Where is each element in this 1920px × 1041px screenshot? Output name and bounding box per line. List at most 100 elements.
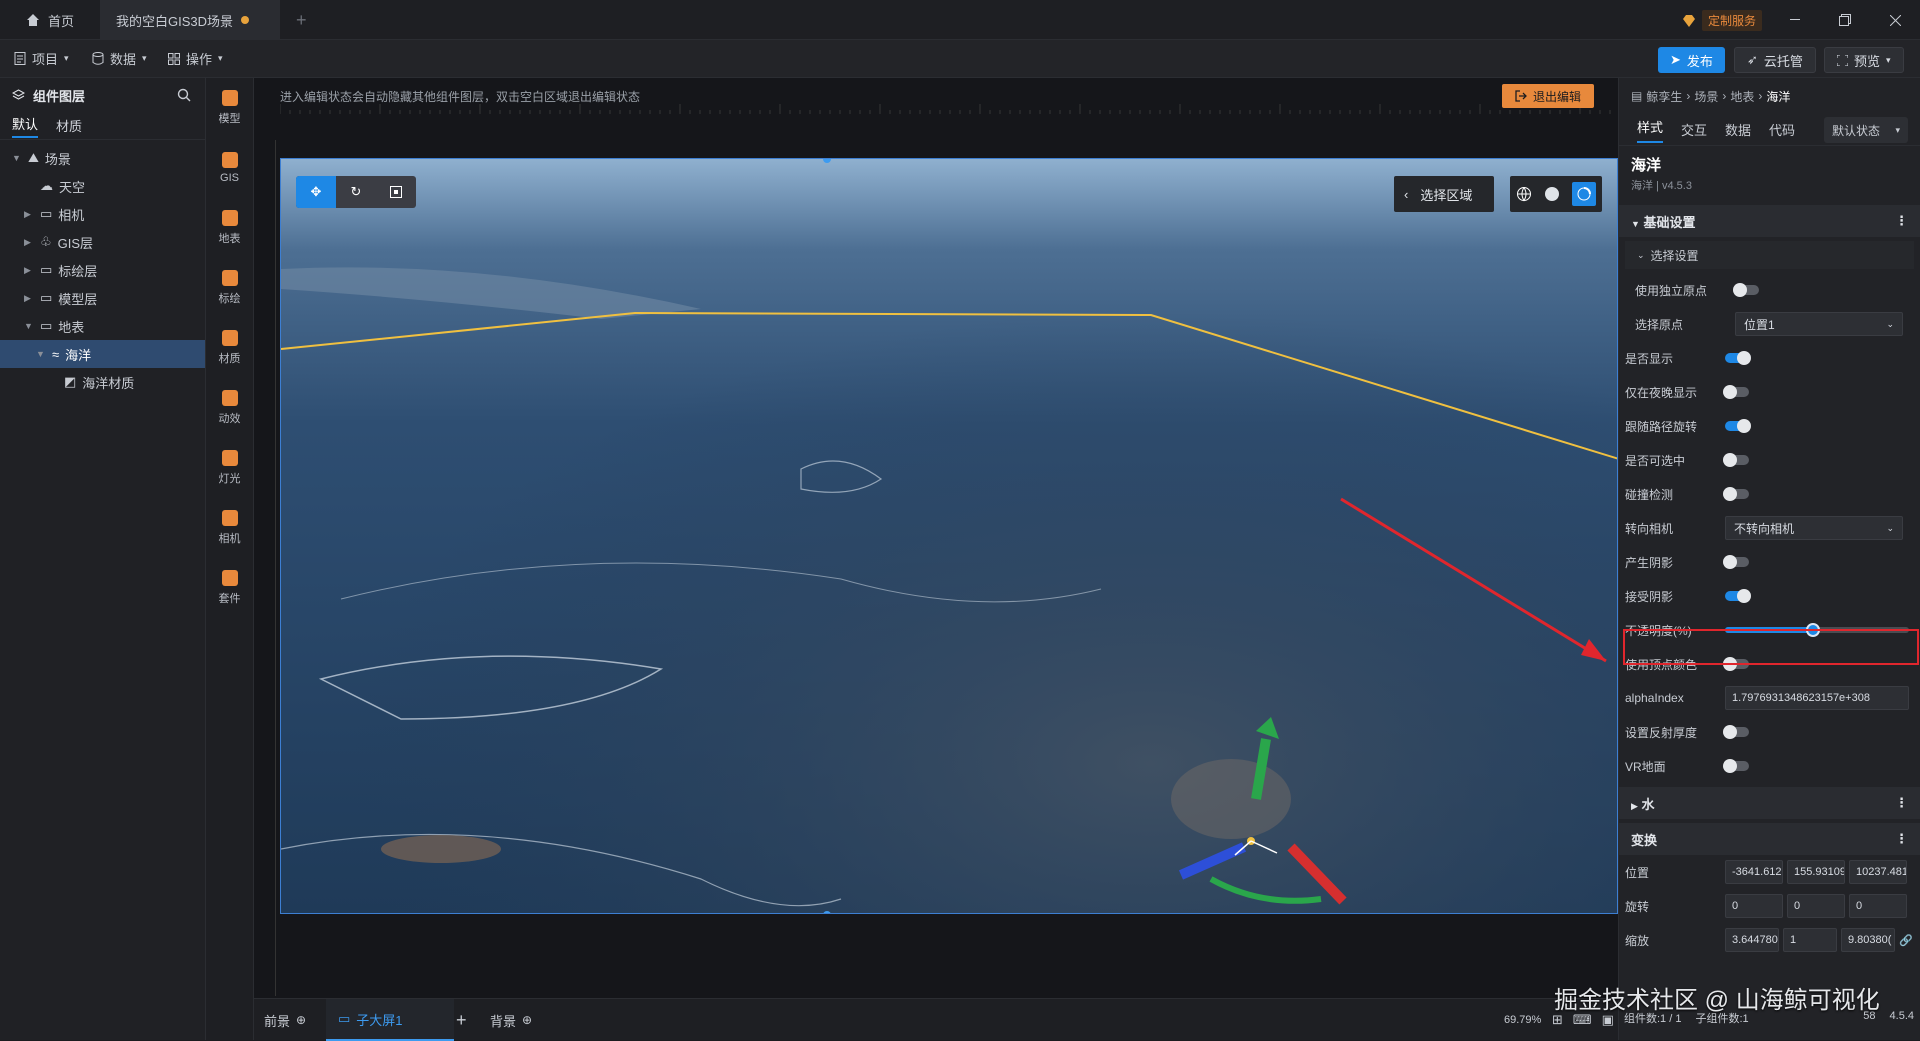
scale-z-input[interactable]: 9.80380( [1841,928,1895,952]
tree-item[interactable]: ▶ ▭ 模型层 [0,284,205,312]
tree-item[interactable]: ▶ ♧ GIS层 [0,228,205,256]
caret-right-icon: ▶ [1631,800,1638,811]
caret-right-icon[interactable]: ▶ [24,209,34,220]
rail-item[interactable]: 套件 [206,558,253,618]
restore-button[interactable] [1822,0,1868,40]
section-water[interactable]: ▶ 水 ⋮ [1619,787,1920,819]
position-y-input[interactable]: 155.93109' [1787,860,1845,884]
position-z-input[interactable]: 10237.481( [1849,860,1907,884]
tab-style[interactable]: 样式 [1637,117,1664,143]
publish-button[interactable]: ➤ 发布 [1658,47,1725,73]
rail-item[interactable]: 灯光 [206,438,253,498]
cloud-button[interactable]: ➶ 云托管 [1734,47,1816,73]
use-origin-toggle[interactable] [1733,283,1759,297]
prop-toggle[interactable] [1725,351,1751,365]
tab-material[interactable]: 材质 [56,116,82,135]
tree-item[interactable]: ▶ ▭ 标绘层 [0,256,205,284]
tree-item[interactable]: ▼ ▭ 地表 [0,312,205,340]
left-ruler [262,140,276,996]
menu-operate[interactable]: 操作 ▾ [168,49,223,68]
caret-right-icon[interactable]: ▶ [24,237,34,248]
rail-item[interactable]: 地表 [206,198,253,258]
more-icon[interactable]: ⋮ [1895,831,1908,847]
vr-toggle[interactable] [1723,759,1749,773]
tree-item[interactable]: ▶ ▭ 相机 [0,200,205,228]
rotate-tool-icon[interactable]: ↻ [336,176,376,208]
rail-item[interactable]: GIS [206,138,253,198]
subsection-select[interactable]: ⌄ 选择设置 [1625,241,1914,269]
caret-right-icon[interactable]: ▶ [24,293,34,304]
tab-sub-screen[interactable]: ▭ 子大屏1 [326,999,454,1041]
tab-home[interactable]: 首页 [10,0,90,40]
caret-right-icon[interactable]: ▶ [24,265,34,276]
new-tab-button[interactable]: + [280,0,323,40]
prop-label: 使用独立原点 [1635,283,1708,298]
select-region-button[interactable]: ‹ 选择区域 [1394,176,1494,212]
custom-service-link[interactable]: 定制服务 [1682,10,1763,31]
state-select[interactable]: 默认状态 ▾ [1824,117,1908,143]
breadcrumb-item[interactable]: 地表 [1730,88,1754,105]
rotation-z-input[interactable]: 0 [1849,894,1907,918]
menu-project[interactable]: 项目 ▾ [14,49,69,68]
prop-toggle[interactable] [1723,487,1749,501]
add-circle-icon[interactable]: ⊕ [522,1013,532,1027]
rail-item[interactable]: 材质 [206,318,253,378]
tab-scene[interactable]: 我的空白GIS3D场景 [100,0,280,40]
caret-down-icon[interactable]: ▼ [24,321,34,331]
rail-item[interactable]: 动效 [206,378,253,438]
scale-x-input[interactable]: 3.644780 [1725,928,1779,952]
minimize-button[interactable] [1772,0,1818,40]
prop-toggle[interactable] [1725,419,1751,433]
scale-tool-icon[interactable] [376,176,416,208]
search-icon[interactable] [177,88,191,102]
section-transform[interactable]: 变换 ⋮ [1619,823,1920,855]
tab-data[interactable]: 数据 [1725,120,1751,139]
breadcrumb-item[interactable]: 场景 [1694,88,1718,105]
rotation-x-input[interactable]: 0 [1725,894,1783,918]
tab-background[interactable]: 背景 ⊕ [490,999,532,1041]
3d-viewport[interactable] [280,158,1618,914]
origin-select[interactable]: 位置1 ⌄ [1735,312,1903,336]
tab-code[interactable]: 代码 [1769,120,1795,139]
more-icon[interactable]: ⋮ [1895,795,1908,811]
tree-item[interactable]: ▼ ≈ 海洋 [0,340,205,368]
menu-data[interactable]: 数据 ▾ [92,49,147,68]
tree-item[interactable]: ▼ ⛰ 场景 [0,144,205,172]
breadcrumb-item[interactable]: 海洋 [1766,88,1790,105]
position-x-input[interactable]: -3641.612: [1725,860,1783,884]
add-circle-icon[interactable]: ⊕ [296,1013,306,1027]
more-icon[interactable]: ⋮ [1895,213,1908,229]
move-tool-icon[interactable]: ✥ [296,176,336,208]
tab-interact[interactable]: 交互 [1681,120,1707,139]
rotation-y-input[interactable]: 0 [1787,894,1845,918]
tree-item[interactable]: ◩ 海洋材质 [0,368,205,396]
breadcrumb-item[interactable]: 鲸孪生 [1646,88,1682,105]
refresh-circle-icon[interactable] [1572,182,1596,206]
caret-down-icon[interactable]: ▼ [36,349,46,359]
rail-item[interactable]: 标绘 [206,258,253,318]
rail-item[interactable]: 模型 [206,78,253,138]
receive-shadow-toggle[interactable] [1725,589,1751,603]
prop-toggle[interactable] [1723,385,1749,399]
scale-y-input[interactable]: 1 [1783,928,1837,952]
face-camera-select[interactable]: 不转向相机 ⌄ [1725,516,1903,540]
section-basic[interactable]: ▼ 基础设置 ⋮ [1619,205,1920,237]
caret-down-icon[interactable]: ▼ [12,153,22,163]
panel-icon: ▤ [1631,89,1643,103]
alpha-index-input[interactable]: 1.7976931348623157e+308 [1725,686,1909,710]
opacity-highlight-box [1623,629,1919,665]
tab-foreground[interactable]: 前景 ⊕ [264,999,306,1041]
prop-toggle[interactable] [1723,453,1749,467]
reflect-toggle[interactable] [1723,725,1749,739]
link-icon[interactable]: 🔗 [1899,934,1913,947]
rail-item[interactable]: 相机 [206,498,253,558]
add-screen-button[interactable]: + [456,999,467,1041]
tree-item[interactable]: ☁ 天空 [0,172,205,200]
circle-icon[interactable] [1544,186,1560,202]
exit-edit-button[interactable]: 退出编辑 [1502,84,1594,108]
globe-icon[interactable] [1516,186,1532,202]
cast-shadow-toggle[interactable] [1723,555,1749,569]
close-button[interactable] [1872,0,1918,40]
preview-button[interactable]: 预览 ▾ [1824,47,1904,73]
tab-default[interactable]: 默认 [12,114,39,138]
